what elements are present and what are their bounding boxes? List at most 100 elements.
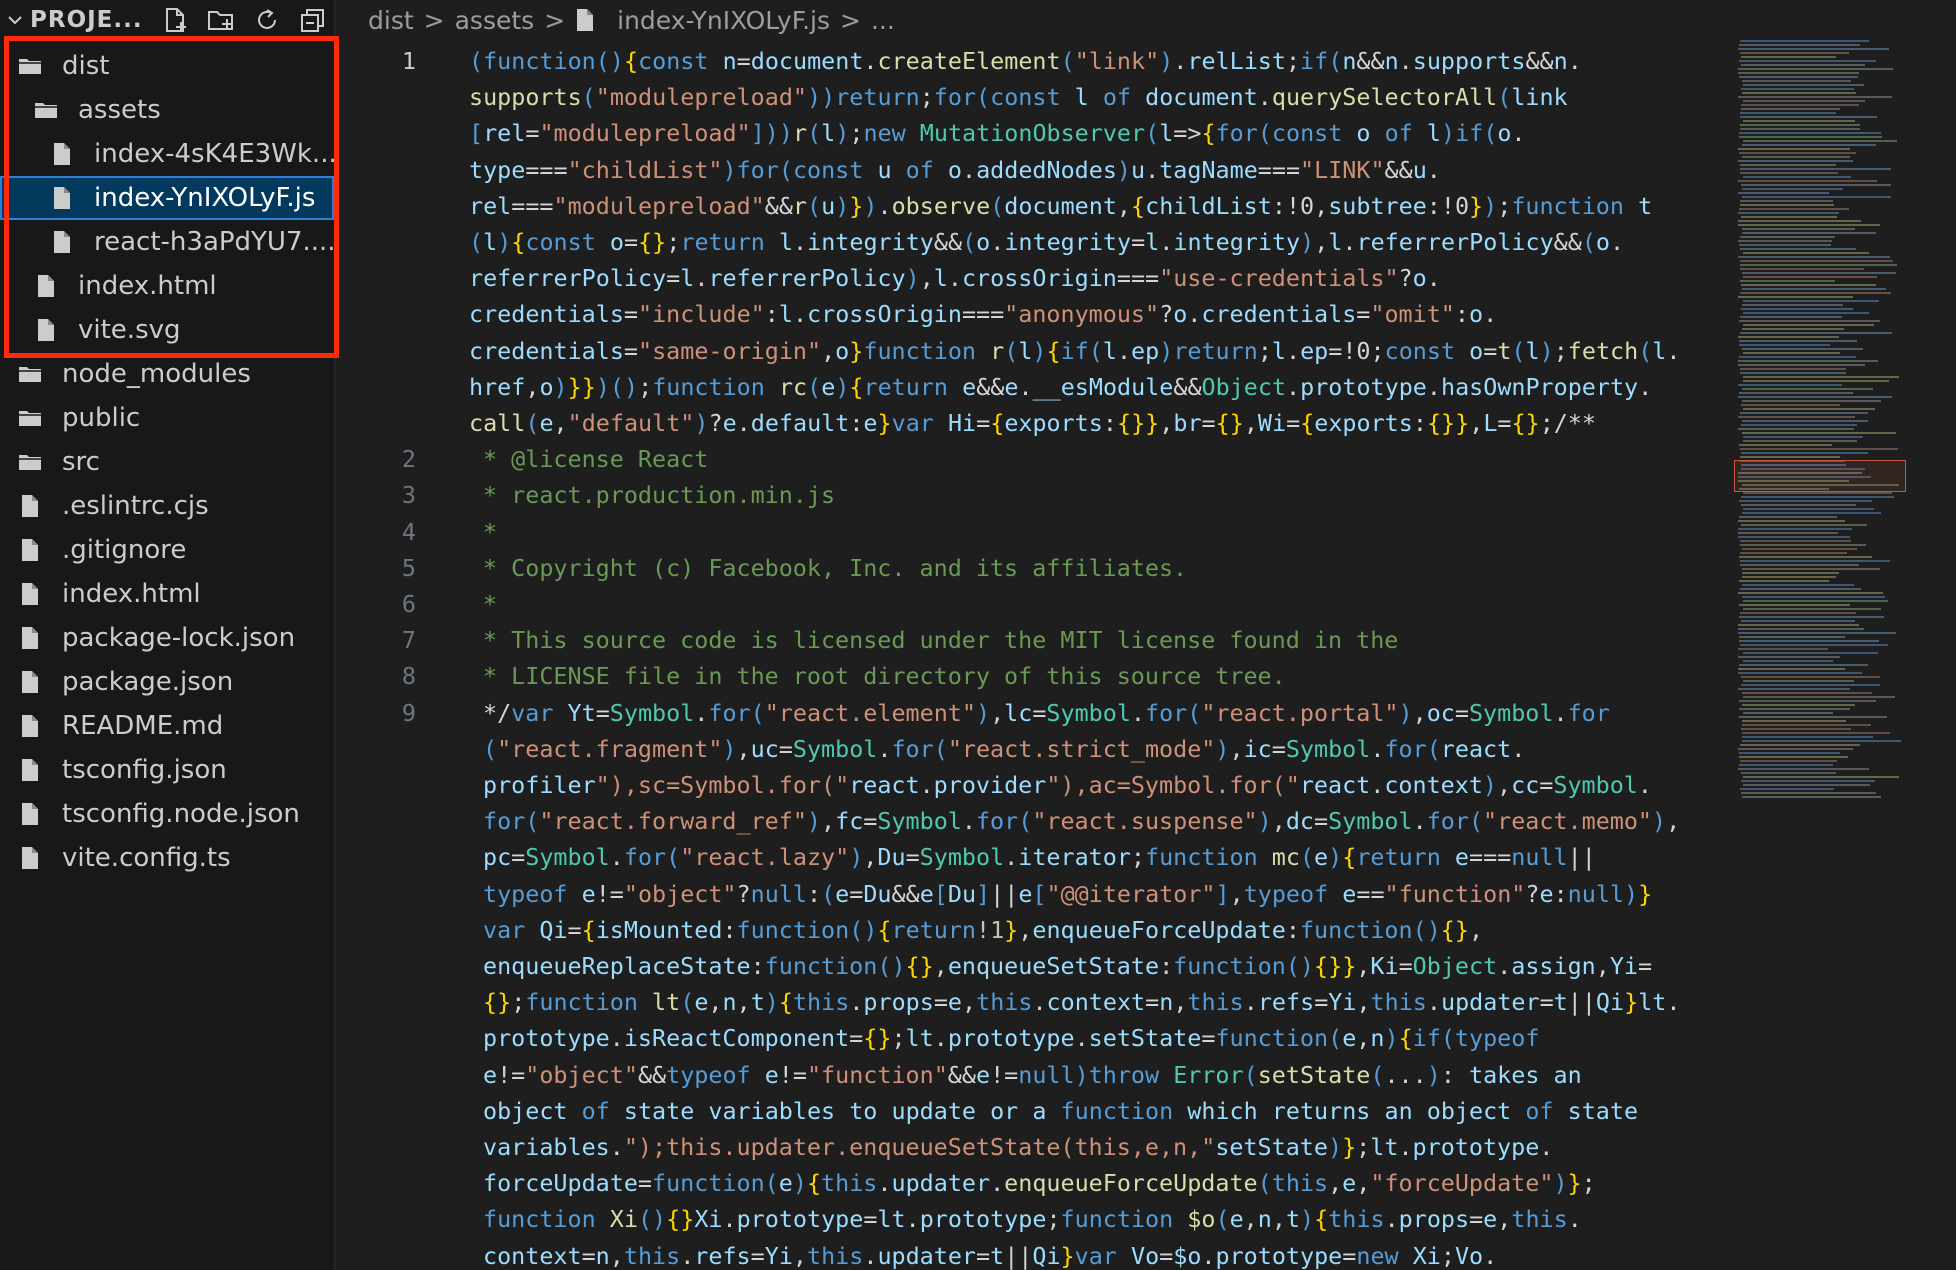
minimap-line (1743, 140, 1897, 142)
code-line: credentials="same-origin",o}function r(l… (469, 336, 1681, 365)
minimap-line (1740, 588, 1861, 590)
minimap-line (1740, 200, 1833, 202)
tree-file-vite-config-ts[interactable]: vite.config.ts (0, 836, 334, 880)
file-icon (22, 759, 38, 781)
code-line: call(e,"default")?e.default:e}var Hi={ex… (469, 409, 1597, 437)
minimap-viewport[interactable] (1734, 460, 1906, 492)
minimap-line (1743, 508, 1874, 510)
tree-file-eslintrc-cjs[interactable]: .eslintrc.cjs (0, 484, 334, 528)
tree-file-tsconfig-json[interactable]: tsconfig.json (0, 748, 334, 792)
tree-file-index-html[interactable]: index.html (0, 572, 334, 616)
minimap-line (1738, 296, 1853, 298)
code-line: profiler"),sc=Symbol.for("react.provider… (483, 771, 1652, 799)
minimap-line (1742, 348, 1863, 350)
folder-icon (19, 411, 41, 426)
tree-file-vite-svg[interactable]: vite.svg (0, 308, 334, 352)
code-line: * react.production.min.js (483, 481, 836, 510)
minimap-line (1742, 92, 1856, 94)
minimap-line (1738, 648, 1828, 650)
minimap-line (1741, 504, 1856, 506)
minimap-line (1739, 44, 1860, 46)
tree-file-package-lock-json[interactable]: package-lock.json (0, 616, 334, 660)
minimap-line (1742, 572, 1839, 574)
minimap-line (1739, 708, 1850, 710)
minimap-line (1738, 536, 1850, 538)
minimap-line (1742, 548, 1857, 550)
minimap-line (1743, 380, 1889, 382)
minimap-line (1739, 556, 1872, 558)
minimap-line (1738, 688, 1850, 690)
tree-folder-src[interactable]: src (0, 440, 334, 484)
code-editor[interactable]: 1 (function(){const n=document.createElem… (334, 41, 1734, 1270)
chevron-down-icon[interactable] (8, 13, 22, 27)
minimap-line (1743, 376, 1899, 378)
minimap-line (1738, 180, 1877, 182)
minimap-line (1741, 676, 1880, 678)
minimap-line (1740, 564, 1859, 566)
minimap-line (1743, 696, 1895, 698)
minimap-line (1739, 640, 1879, 642)
minimap-line (1742, 228, 1855, 230)
minimap-line (1743, 324, 1874, 326)
minimap-line (1742, 232, 1876, 234)
breadcrumb-item-dist[interactable]: dist (368, 6, 414, 35)
code-line: var Qi={isMounted:function(){return!1},e… (483, 915, 1484, 944)
minimap-line (1740, 540, 1851, 542)
minimap-line (1743, 120, 1855, 122)
file-icon (22, 539, 38, 561)
minimap-line (1739, 516, 1837, 518)
minimap[interactable] (1734, 40, 1906, 1270)
tree-item-label: index-YnIXOLyF.js (94, 183, 316, 213)
new-file-icon[interactable] (161, 6, 189, 34)
minimap-line (1740, 280, 1835, 282)
file-icon (38, 275, 54, 297)
minimap-line (1741, 728, 1851, 730)
refresh-icon[interactable] (253, 6, 281, 34)
tree-file-index-4sk4e3wk[interactable]: index-4sK4E3Wk.... (0, 132, 334, 176)
file-icon (54, 231, 70, 253)
breadcrumb-item-assets[interactable]: assets (455, 6, 535, 35)
breadcrumb-item-file[interactable]: index-YnIXOLyF.js (617, 6, 830, 35)
tree-file-tsconfig-node-json[interactable]: tsconfig.node.json (0, 792, 334, 836)
collapse-all-icon[interactable] (299, 6, 327, 34)
minimap-line (1738, 220, 1861, 222)
explorer-header: PROJE... (0, 0, 334, 40)
minimap-line (1741, 88, 1854, 90)
minimap-line (1741, 620, 1855, 622)
minimap-line (1739, 444, 1832, 446)
vertical-scrollbar[interactable] (1930, 0, 1956, 1270)
code-line: e!="object"&&typeof e!="function"&&e!=nu… (483, 1060, 1582, 1089)
tree-item-label: README.md (62, 711, 224, 741)
tree-file-index-ynixolyf-js[interactable]: index-YnIXOLyF.js (0, 176, 334, 220)
minimap-line (1738, 148, 1850, 150)
minimap-line (1740, 236, 1835, 238)
code-line: prototype.isReactComponent={};lt.prototy… (483, 1024, 1540, 1053)
tree-file-gitignore[interactable]: .gitignore (0, 528, 334, 572)
minimap-line (1740, 412, 1868, 414)
minimap-line (1740, 112, 1836, 114)
minimap-line (1742, 188, 1843, 190)
tree-folder-assets[interactable]: assets (0, 88, 334, 132)
minimap-line (1740, 268, 1864, 270)
breadcrumb-item-symbol[interactable]: ... (871, 6, 895, 35)
tree-folder-public[interactable]: public (0, 396, 334, 440)
line-number: 6 (401, 590, 416, 618)
tree-file-react-h3apdyu7[interactable]: react-h3aPdYU7.... (0, 220, 334, 264)
minimap-line (1742, 272, 1896, 274)
new-folder-icon[interactable] (207, 6, 235, 34)
minimap-line (1739, 244, 1831, 246)
minimap-line (1740, 744, 1860, 746)
minimap-line (1742, 156, 1850, 158)
tree-folder-dist[interactable]: dist (0, 44, 334, 88)
tree-file-package-json[interactable]: package.json (0, 660, 334, 704)
tree-folder-node-modules[interactable]: node_modules (0, 352, 334, 396)
line-number: 5 (401, 553, 416, 582)
code-line: * (483, 590, 498, 618)
minimap-line (1740, 544, 1866, 546)
code-line: credentials="include":l.crossOrigin==="a… (469, 300, 1498, 329)
minimap-line (1741, 64, 1865, 66)
minimap-line (1738, 72, 1859, 74)
tree-file-index-html[interactable]: index.html (0, 264, 334, 308)
tree-file-readme-md[interactable]: README.md (0, 704, 334, 748)
tree-item-label: tsconfig.json (62, 755, 227, 785)
